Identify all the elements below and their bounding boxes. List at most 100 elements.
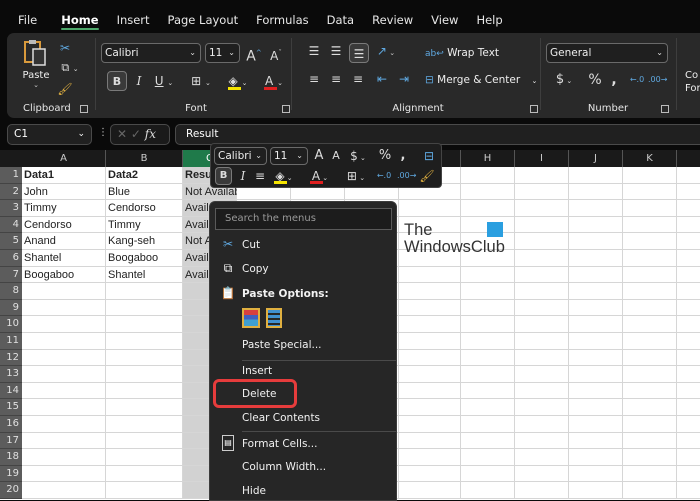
tab-data[interactable]: Data — [327, 0, 354, 34]
mini-format-painter-icon[interactable]: 🖌 — [419, 166, 435, 186]
cell-g12[interactable] — [399, 349, 461, 367]
row-header[interactable]: 14 — [0, 382, 22, 400]
cell-a6[interactable]: Shantel — [22, 250, 106, 267]
row-header[interactable]: 8 — [0, 283, 22, 300]
cell-k1[interactable] — [623, 167, 677, 184]
align-center-icon[interactable]: ≡ — [327, 69, 345, 89]
paste-formatting-icon[interactable] — [242, 308, 260, 328]
tab-page-layout[interactable]: Page Layout — [168, 0, 239, 34]
cell-a13[interactable] — [22, 366, 106, 383]
cell-i9[interactable] — [515, 299, 569, 317]
cell-a15[interactable] — [22, 399, 106, 416]
mini-borders-icon[interactable]: ⊞ ⌄ — [343, 166, 369, 186]
increase-decimal-icon[interactable]: ←.0 — [628, 70, 646, 90]
row-header[interactable]: 7 — [0, 266, 22, 284]
cell-a12[interactable] — [22, 349, 106, 367]
column-header-h[interactable]: H — [461, 150, 515, 167]
cell-i14[interactable] — [515, 382, 569, 400]
cell-l14[interactable] — [677, 382, 700, 400]
mini-center-icon[interactable]: ≡ — [253, 166, 267, 186]
mini-merge-icon[interactable]: ⊟ — [421, 146, 437, 166]
cell-h19[interactable] — [461, 465, 515, 483]
currency-button[interactable]: $ ⌄ — [550, 70, 578, 90]
mini-percent-button[interactable]: % — [377, 146, 393, 166]
cell-i10[interactable] — [515, 316, 569, 333]
percent-button[interactable]: % — [586, 70, 604, 90]
cell-l4[interactable] — [677, 216, 700, 234]
cell-g9[interactable] — [399, 299, 461, 317]
cell-h17[interactable] — [461, 432, 515, 450]
increase-font-size-icon[interactable]: A^ — [245, 43, 263, 65]
cell-l6[interactable] — [677, 250, 700, 267]
menu-search-input[interactable]: Search the menus — [215, 208, 392, 230]
cell-i8[interactable] — [515, 283, 569, 300]
cell-a9[interactable] — [22, 299, 106, 317]
cell-b3[interactable]: Cendorso — [106, 200, 183, 217]
wrap-text-button[interactable]: ab↩ Wrap Text — [425, 43, 499, 63]
menu-item-copy[interactable]: Copy — [242, 260, 269, 278]
cell-b7[interactable]: Shantel — [106, 266, 183, 284]
row-header[interactable]: 1 — [0, 167, 22, 184]
mini-italic-button[interactable]: I — [237, 166, 249, 186]
cell-l18[interactable] — [677, 449, 700, 466]
menu-item-insert[interactable]: Insert — [242, 362, 272, 380]
row-header[interactable]: 13 — [0, 366, 22, 383]
cell-h18[interactable] — [461, 449, 515, 466]
tab-help[interactable]: Help — [476, 0, 502, 34]
bottom-align-icon[interactable]: ☰ — [349, 43, 369, 63]
underline-button[interactable]: U ⌄ — [151, 71, 177, 91]
cell-g18[interactable] — [399, 449, 461, 466]
cell-j13[interactable] — [569, 366, 623, 383]
column-header-b[interactable]: B — [106, 150, 183, 167]
cell-h11[interactable] — [461, 333, 515, 350]
cell-i12[interactable] — [515, 349, 569, 367]
cell-k17[interactable] — [623, 432, 677, 450]
font-launcher-icon[interactable] — [282, 105, 290, 113]
cell-l3[interactable] — [677, 200, 700, 217]
cell-k4[interactable] — [623, 216, 677, 234]
cell-i18[interactable] — [515, 449, 569, 466]
cell-j2[interactable] — [569, 183, 623, 201]
cell-h12[interactable] — [461, 349, 515, 367]
cell-k12[interactable] — [623, 349, 677, 367]
cell-j4[interactable] — [569, 216, 623, 234]
cell-a10[interactable] — [22, 316, 106, 333]
cell-i4[interactable] — [515, 216, 569, 234]
cell-i17[interactable] — [515, 432, 569, 450]
name-box[interactable]: C1 ⌄ — [7, 124, 92, 145]
copy-icon[interactable]: ⧉ ⌄ — [57, 58, 83, 78]
cell-k18[interactable] — [623, 449, 677, 466]
cell-i6[interactable] — [515, 250, 569, 267]
cell-h14[interactable] — [461, 382, 515, 400]
cell-b15[interactable] — [106, 399, 183, 416]
cell-k11[interactable] — [623, 333, 677, 350]
cell-h13[interactable] — [461, 366, 515, 383]
number-format-dropdown[interactable]: General ⌄ — [546, 43, 668, 63]
mini-font-color-icon[interactable]: A ⌄ — [307, 166, 333, 186]
cell-b18[interactable] — [106, 449, 183, 466]
cell-k6[interactable] — [623, 250, 677, 267]
cell-g17[interactable] — [399, 432, 461, 450]
cell-b2[interactable]: Blue — [106, 183, 183, 201]
cell-g14[interactable] — [399, 382, 461, 400]
row-header[interactable]: 19 — [0, 465, 22, 483]
font-size-dropdown[interactable]: 11 ⌄ — [205, 43, 240, 63]
cell-i19[interactable] — [515, 465, 569, 483]
cell-i7[interactable] — [515, 266, 569, 284]
enter-icon[interactable]: ✓ — [131, 127, 141, 141]
cell-b13[interactable] — [106, 366, 183, 383]
cell-a3[interactable]: Timmy — [22, 200, 106, 217]
row-header[interactable]: 20 — [0, 482, 22, 499]
mini-fill-color-icon[interactable]: ◈ ⌄ — [271, 166, 297, 186]
format-painter-icon[interactable]: 🖌 — [57, 79, 73, 99]
row-header[interactable]: 10 — [0, 316, 22, 333]
cell-l12[interactable] — [677, 349, 700, 367]
cell-l7[interactable] — [677, 266, 700, 284]
cell-k5[interactable] — [623, 233, 677, 250]
cell-g20[interactable] — [399, 482, 461, 499]
cell-l10[interactable] — [677, 316, 700, 333]
borders-icon[interactable]: ⊞ ⌄ — [187, 71, 215, 91]
cell-l11[interactable] — [677, 333, 700, 350]
merge-center-button[interactable]: ⊟ Merge & Center ⌄ — [425, 70, 537, 90]
row-header[interactable]: 15 — [0, 399, 22, 416]
